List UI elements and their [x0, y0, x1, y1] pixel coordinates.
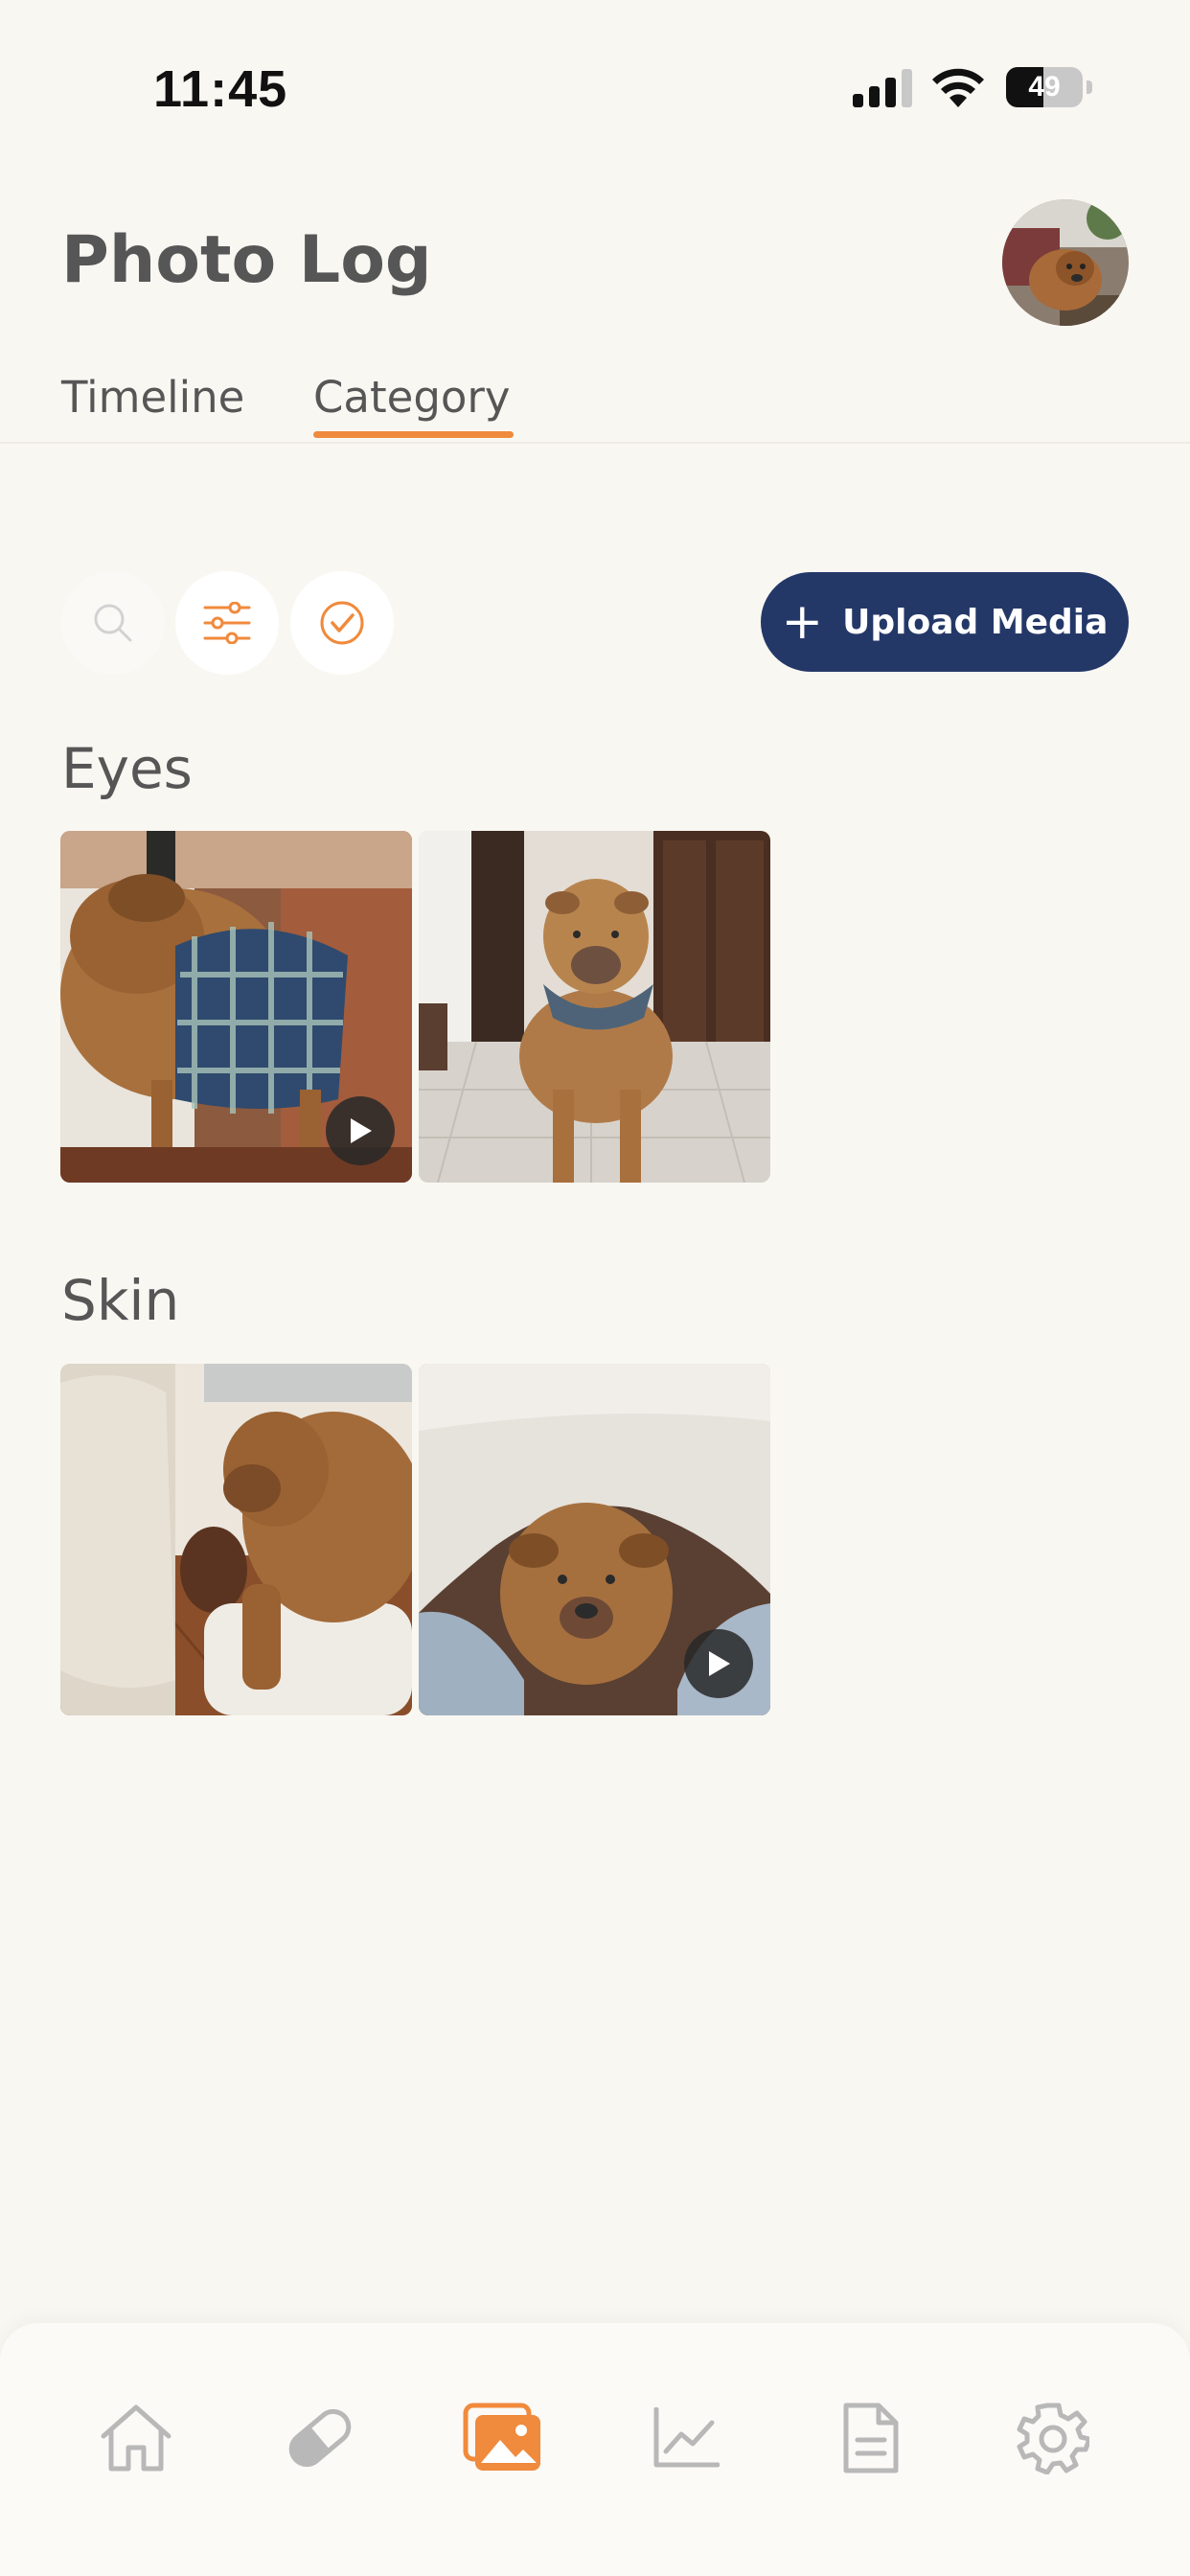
nav-charts[interactable]	[640, 2392, 732, 2484]
page-title: Photo Log	[61, 222, 432, 298]
home-icon	[101, 2404, 172, 2472]
section-title-skin: Skin	[61, 1268, 180, 1333]
nav-medications[interactable]	[274, 2392, 366, 2484]
chart-icon	[653, 2407, 720, 2468]
dog-standing-in-hallway-image	[419, 831, 770, 1183]
plus-icon: +	[781, 593, 824, 651]
document-icon	[843, 2403, 899, 2473]
media-thumbnail[interactable]	[419, 831, 770, 1183]
dog-on-sofa-image	[60, 1364, 412, 1715]
nav-home[interactable]	[90, 2392, 182, 2484]
photos-icon	[463, 2403, 540, 2471]
media-thumbnail[interactable]	[60, 831, 412, 1183]
pill-icon	[288, 2408, 352, 2468]
nav-documents[interactable]	[824, 2392, 916, 2484]
active-tab-indicator	[313, 431, 514, 438]
filter-button[interactable]	[175, 571, 279, 675]
upload-media-button[interactable]: + Upload Media	[761, 572, 1129, 672]
tab-category[interactable]: Category	[313, 372, 511, 423]
cellular-signal-icon	[853, 69, 912, 107]
sliders-icon	[203, 602, 251, 644]
tab-timeline[interactable]: Timeline	[61, 372, 244, 423]
dog-avatar-icon	[1002, 199, 1129, 326]
status-time: 11:45	[153, 60, 288, 118]
check-circle-icon	[320, 601, 364, 645]
wifi-icon	[932, 68, 984, 107]
section-title-eyes: Eyes	[61, 736, 193, 801]
nav-settings[interactable]	[1007, 2392, 1099, 2484]
play-icon[interactable]	[684, 1629, 753, 1698]
play-icon[interactable]	[326, 1096, 395, 1165]
upload-media-label: Upload Media	[842, 602, 1109, 642]
battery-level: 49	[1028, 71, 1061, 103]
search-icon	[94, 604, 132, 642]
gear-icon	[1017, 2403, 1089, 2474]
nav-photos[interactable]	[457, 2392, 549, 2484]
battery-indicator: 49	[1006, 67, 1092, 107]
tabs-divider	[0, 442, 1190, 444]
media-thumbnail[interactable]	[419, 1364, 770, 1715]
search-button[interactable]	[61, 571, 165, 675]
avatar[interactable]	[1002, 199, 1129, 326]
media-thumbnail[interactable]	[60, 1364, 412, 1715]
select-button[interactable]	[290, 571, 394, 675]
